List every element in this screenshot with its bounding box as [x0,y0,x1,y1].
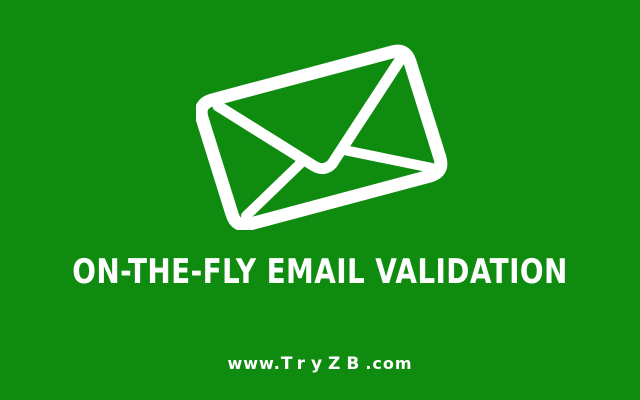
promo-banner: ON-THE-FLY EMAIL VALIDATION www.TryZB.co… [0,0,640,400]
website-suffix: .com [365,354,413,373]
website-name: TryZB [280,354,366,374]
envelope-icon [196,44,448,230]
website-url[interactable]: www.TryZB.com [0,350,640,378]
headline: ON-THE-FLY EMAIL VALIDATION [72,252,568,292]
website-prefix: www. [227,354,281,373]
